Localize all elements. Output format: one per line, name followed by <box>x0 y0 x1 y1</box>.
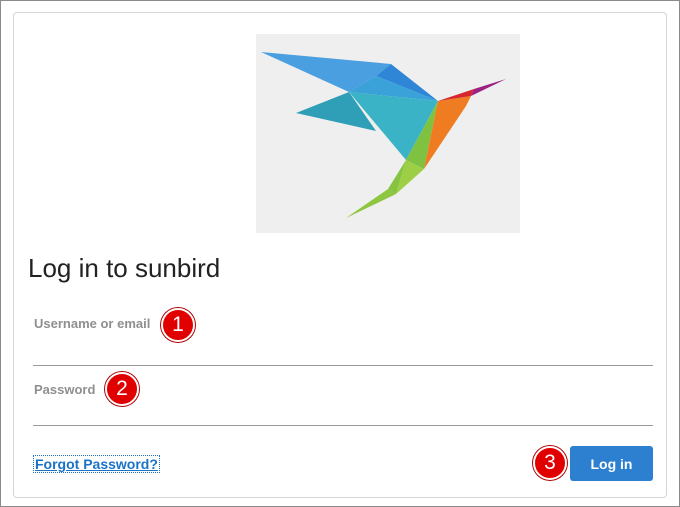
screenshot-frame: Log in to sunbird Username or email 1 Pa… <box>0 0 680 507</box>
login-card: Log in to sunbird Username or email 1 Pa… <box>13 12 667 498</box>
password-label: Password <box>34 382 96 397</box>
callout-badge-1: 1 <box>161 308 195 342</box>
login-button[interactable]: Log in <box>570 446 653 481</box>
forgot-password-link[interactable]: Forgot Password? <box>33 455 160 473</box>
username-input[interactable] <box>33 341 653 366</box>
logo <box>256 34 520 233</box>
password-input[interactable] <box>33 401 653 426</box>
page-title: Log in to sunbird <box>28 253 221 283</box>
hummingbird-logo-icon <box>261 52 506 218</box>
username-label: Username or email <box>34 316 151 331</box>
callout-badge-3: 3 <box>533 446 567 480</box>
